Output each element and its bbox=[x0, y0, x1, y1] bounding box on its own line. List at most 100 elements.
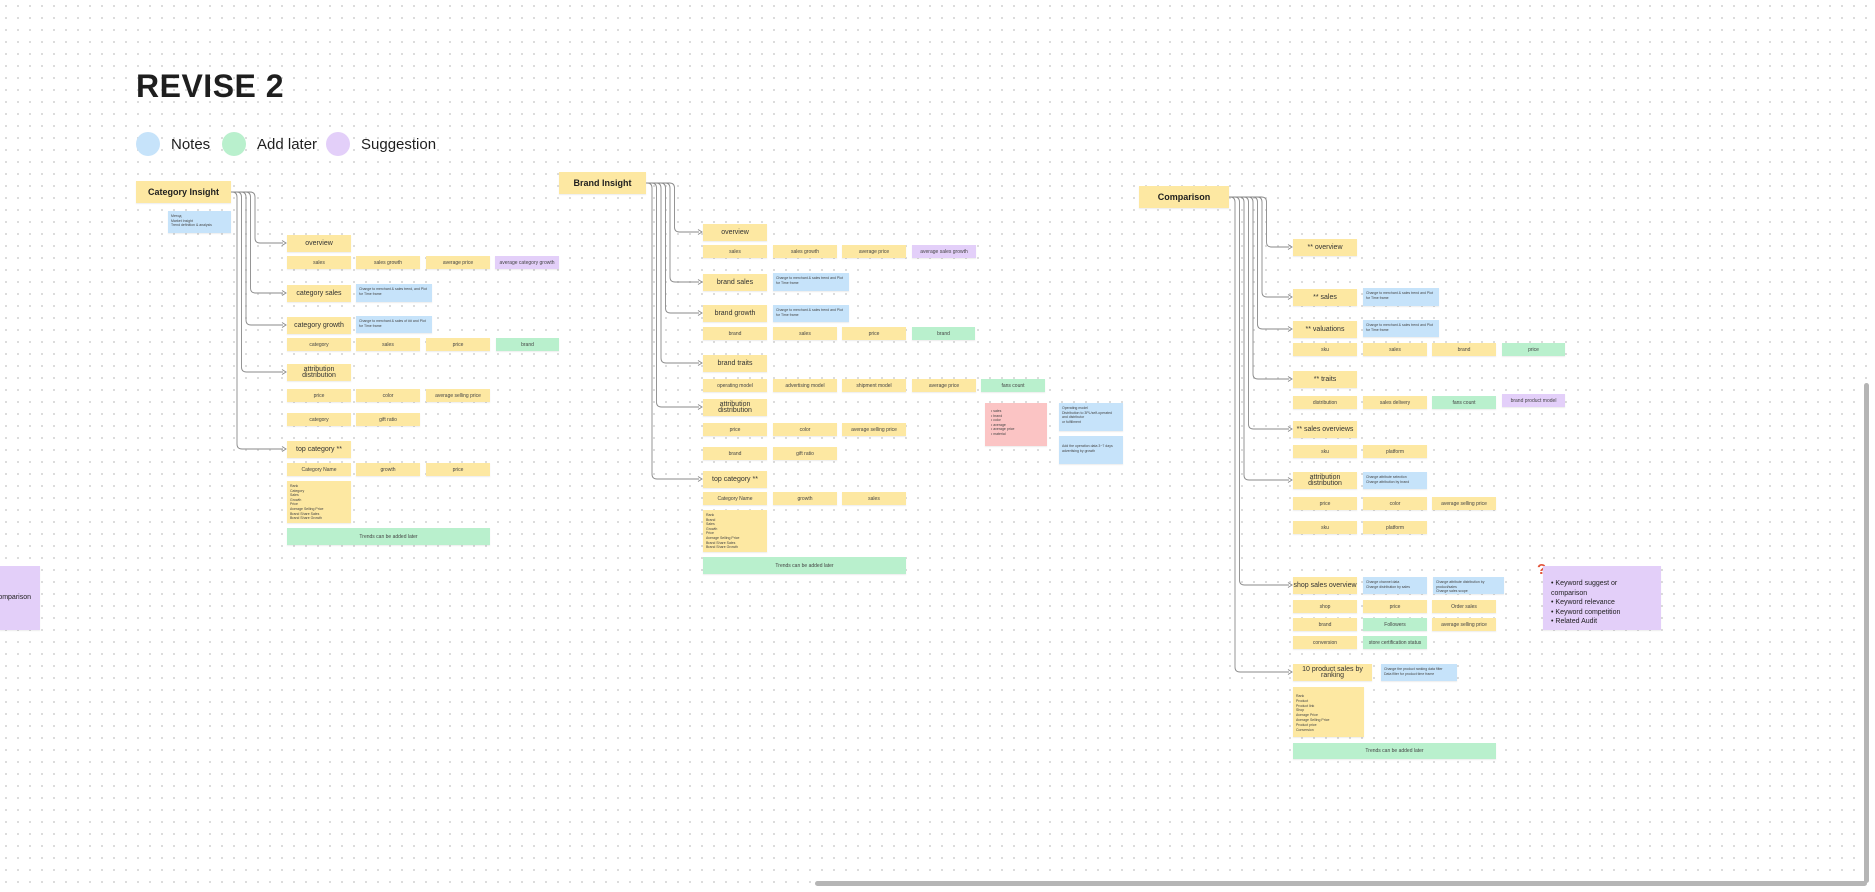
ci-category-growth-note[interactable]: Change to merchant & sales of ## and Plo… bbox=[356, 316, 432, 333]
cmp-shop-sales-overview[interactable]: shop sales overview bbox=[1293, 577, 1357, 594]
bi-red-note[interactable]: • sales • brand • color • average • aver… bbox=[985, 403, 1047, 446]
cmp-attribution-distribution[interactable]: attribution distribution bbox=[1293, 472, 1357, 489]
bi-top-cell[interactable]: sales bbox=[842, 492, 906, 505]
comparison-header[interactable]: Comparison bbox=[1139, 186, 1229, 208]
cmp-shop-add-later[interactable]: store certification status bbox=[1363, 636, 1427, 649]
horizontal-scrollbar[interactable] bbox=[815, 881, 1867, 886]
bi-growth-cell[interactable]: price bbox=[842, 327, 906, 340]
cmp-traits-suggestion[interactable]: brand product model bbox=[1502, 394, 1565, 407]
bi-overview-cell[interactable]: sales bbox=[703, 245, 767, 258]
ci-category-growth[interactable]: category growth bbox=[287, 317, 351, 334]
ci-category-sales-note[interactable]: Change to merchant & sales trend, and Pl… bbox=[356, 284, 432, 302]
bi-traits-cell[interactable]: shipment model bbox=[842, 379, 906, 392]
bi-growth-add-later[interactable]: brand bbox=[912, 327, 975, 340]
cmp-val-cell[interactable]: sales bbox=[1363, 343, 1427, 356]
cmp-traits-cell[interactable]: sales delivery bbox=[1363, 396, 1427, 409]
bi-brand-traits[interactable]: brand traits bbox=[703, 355, 767, 372]
cmp-sales-note[interactable]: Change to merchant & sales trend and Plo… bbox=[1363, 288, 1439, 306]
cmp-shop-cell[interactable]: conversion bbox=[1293, 636, 1357, 649]
bi-traits-cell[interactable]: operating model bbox=[703, 379, 767, 392]
bi-attr-cell[interactable]: average selling price bbox=[842, 423, 906, 436]
bi-top-category-list[interactable]: Rank Brand Sales Growth Price Average Se… bbox=[703, 510, 767, 552]
bi-growth-cell[interactable]: sales bbox=[773, 327, 837, 340]
cmp-shop-cell[interactable]: price bbox=[1363, 600, 1427, 613]
ci-top-category-list[interactable]: Rank Category Sales Growth Price Average… bbox=[287, 481, 351, 523]
cmp-shop-add-later[interactable]: Followers bbox=[1363, 618, 1427, 631]
cmp-shop-note-2[interactable]: Change attribute distribution by product… bbox=[1433, 577, 1504, 594]
vertical-scrollbar[interactable] bbox=[1864, 383, 1869, 883]
ci-attr-cell[interactable]: category bbox=[287, 413, 351, 426]
bi-attribution-distribution[interactable]: attribution distribution bbox=[703, 399, 767, 416]
bi-brand-sales-note[interactable]: Change to merchant & sales trend and Plo… bbox=[773, 273, 849, 291]
category-insight-header[interactable]: Category Insight bbox=[136, 181, 231, 203]
cmp-overview[interactable]: ** overview bbox=[1293, 239, 1357, 256]
offscreen-comparison-sticky[interactable]: omparison bbox=[0, 566, 40, 630]
cmp-shop-cell[interactable]: Order sales bbox=[1432, 600, 1496, 613]
ci-top-cell[interactable]: growth bbox=[356, 463, 420, 476]
bi-brand-growth-note[interactable]: Change to merchant & sales trend and Plo… bbox=[773, 305, 849, 322]
bi-growth-cell[interactable]: brand bbox=[703, 327, 767, 340]
ci-growth-cell[interactable]: sales bbox=[356, 338, 420, 351]
ci-overview-cell[interactable]: average price bbox=[426, 256, 490, 269]
bi-side-note-2[interactable]: Add the operation data 3~7 days advertis… bbox=[1059, 436, 1123, 464]
ci-top-cell[interactable]: price bbox=[426, 463, 490, 476]
ci-attr-cell[interactable]: gift ratio bbox=[356, 413, 420, 426]
cmp-shop-note-1[interactable]: Change channel data Change distribution … bbox=[1363, 577, 1427, 594]
bi-top-category[interactable]: top category ** bbox=[703, 471, 767, 488]
brand-insight-header[interactable]: Brand Insight bbox=[559, 172, 646, 194]
bi-traits-add-later[interactable]: fans count bbox=[981, 379, 1045, 392]
cmp-attribution-note[interactable]: Change attribute selection Change attrib… bbox=[1363, 472, 1427, 489]
ci-overview[interactable]: overview bbox=[287, 235, 351, 252]
cmp-sales-overviews[interactable]: ** sales overviews bbox=[1293, 421, 1357, 438]
ci-attr-cell[interactable]: price bbox=[287, 389, 351, 402]
bi-overview-suggestion[interactable]: average sales growth bbox=[912, 245, 976, 258]
cmp-val-cell[interactable]: sku bbox=[1293, 343, 1357, 356]
ci-attribution-distribution[interactable]: attribution distribution bbox=[287, 364, 351, 381]
cmp-shop-cell[interactable]: average selling price bbox=[1432, 618, 1496, 631]
bi-traits-cell[interactable]: advertising model bbox=[773, 379, 837, 392]
bi-brand-growth[interactable]: brand growth bbox=[703, 305, 767, 322]
cmp-val-add-later[interactable]: price bbox=[1502, 343, 1565, 356]
cmp-attr-cell[interactable]: color bbox=[1363, 497, 1427, 510]
ci-top-category[interactable]: top category ** bbox=[287, 441, 351, 458]
bi-attr-cell[interactable]: gift ratio bbox=[773, 447, 837, 460]
bi-attr-cell[interactable]: brand bbox=[703, 447, 767, 460]
ci-overview-suggestion[interactable]: average category growth bbox=[495, 256, 559, 269]
bi-brand-sales[interactable]: brand sales bbox=[703, 274, 767, 291]
bi-traits-cell[interactable]: average price bbox=[912, 379, 976, 392]
cmp-so-cell[interactable]: sku bbox=[1293, 445, 1357, 458]
ci-overview-cell[interactable]: sales growth bbox=[356, 256, 420, 269]
cmp-attr-cell[interactable]: price bbox=[1293, 497, 1357, 510]
bi-top-cell[interactable]: Category Name bbox=[703, 492, 767, 505]
cmp-traits[interactable]: ** traits bbox=[1293, 371, 1357, 388]
cmp-trends-add-later[interactable]: Trends can be added later bbox=[1293, 743, 1496, 759]
cmp-product-list[interactable]: Rank Product Product link Shop Average P… bbox=[1293, 687, 1364, 737]
ci-attr-cell[interactable]: color bbox=[356, 389, 420, 402]
category-insight-note[interactable]: Метод: Market Insight Trend definition &… bbox=[168, 211, 231, 233]
cmp-shop-cell[interactable]: brand bbox=[1293, 618, 1357, 631]
cmp-valuations-note[interactable]: Change to merchant & sales trend and Plo… bbox=[1363, 320, 1439, 337]
cmp-product-note[interactable]: Change the product ranking data filter D… bbox=[1381, 664, 1457, 681]
bi-side-note-1[interactable]: Operating model Distribution to 3PL/self… bbox=[1059, 403, 1123, 431]
ci-overview-cell[interactable]: sales bbox=[287, 256, 351, 269]
cmp-so-cell[interactable]: platform bbox=[1363, 445, 1427, 458]
ci-growth-cell[interactable]: category bbox=[287, 338, 351, 351]
cmp-attr-cell[interactable]: average selling price bbox=[1432, 497, 1496, 510]
ci-growth-add-later[interactable]: brand bbox=[496, 338, 559, 351]
cmp-attr-cell[interactable]: platform bbox=[1363, 521, 1427, 534]
bi-attr-cell[interactable]: color bbox=[773, 423, 837, 436]
cmp-shop-cell[interactable]: shop bbox=[1293, 600, 1357, 613]
ci-category-sales[interactable]: category sales bbox=[287, 285, 351, 302]
bi-overview-cell[interactable]: sales growth bbox=[773, 245, 837, 258]
ci-top-cell[interactable]: Category Name bbox=[287, 463, 351, 476]
ci-attr-cell[interactable]: average selling price bbox=[426, 389, 490, 402]
cmp-traits-add-later[interactable]: fans count bbox=[1432, 396, 1496, 409]
cmp-valuations[interactable]: ** valuations bbox=[1293, 321, 1357, 338]
ci-growth-cell[interactable]: price bbox=[426, 338, 490, 351]
bi-overview-cell[interactable]: average price bbox=[842, 245, 906, 258]
bi-overview[interactable]: overview bbox=[703, 224, 767, 241]
cmp-traits-cell[interactable]: distribution bbox=[1293, 396, 1357, 409]
ci-trends-add-later[interactable]: Trends can be added later bbox=[287, 528, 490, 545]
cmp-sales[interactable]: ** sales bbox=[1293, 289, 1357, 306]
bi-trends-add-later[interactable]: Trends can be added later bbox=[703, 557, 906, 574]
